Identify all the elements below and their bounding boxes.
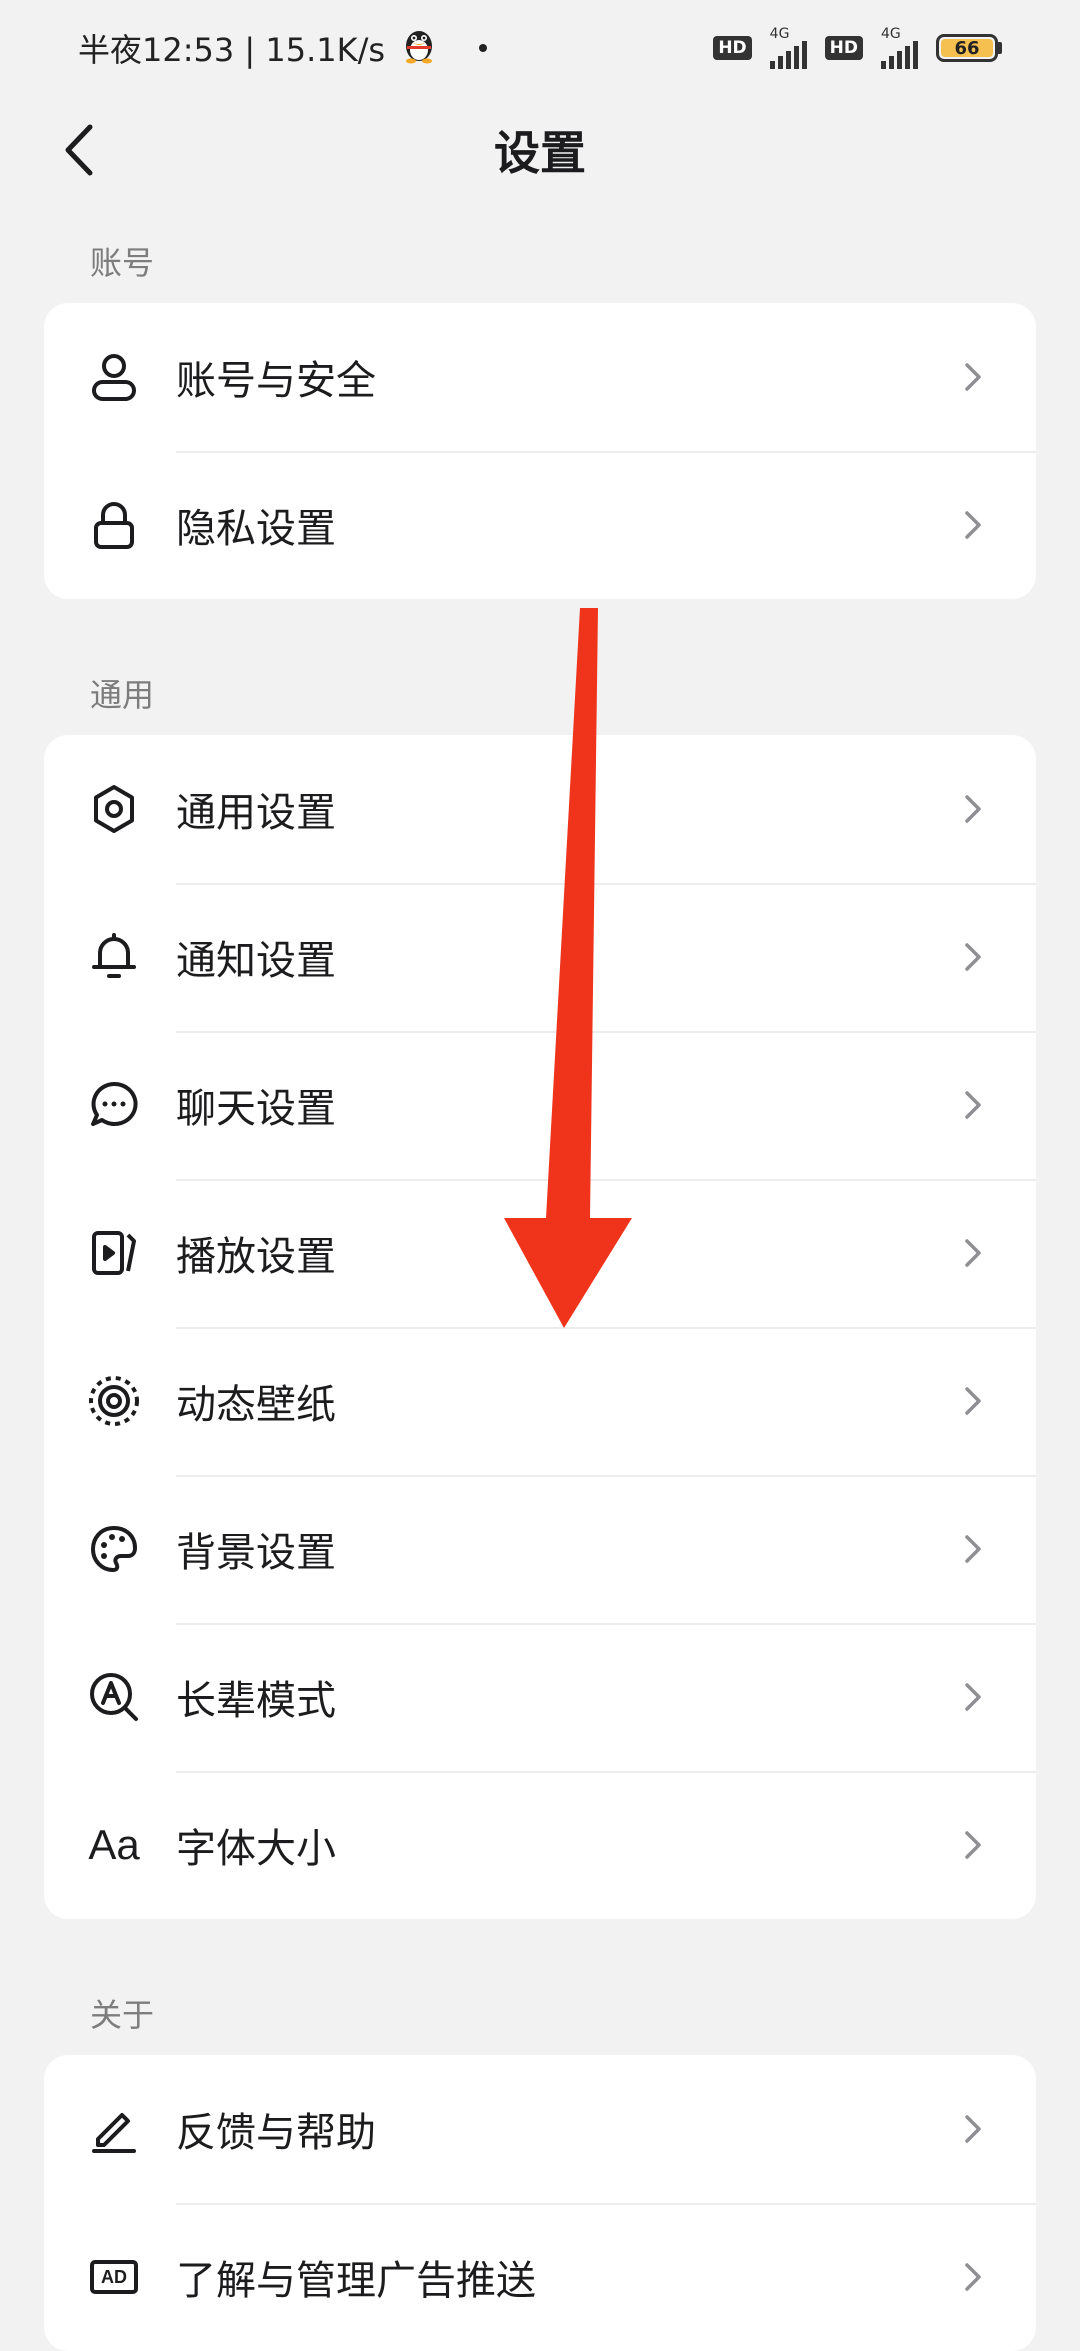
net-label-2: 4G — [881, 26, 901, 42]
section-label-general: 通用 — [90, 676, 155, 714]
signal-icon — [881, 41, 918, 69]
ad-icon: AD — [86, 2249, 142, 2305]
net-label-1: 4G — [769, 26, 790, 42]
row-label: 反馈与帮助 — [176, 2110, 376, 2156]
row-label: 通知设置 — [176, 938, 336, 984]
font-size-icon: Aa — [86, 1817, 142, 1873]
hd-badge-1: HD — [713, 36, 752, 60]
page-title: 设置 — [494, 126, 586, 180]
row-label: 通用设置 — [176, 790, 336, 836]
chevron-right-icon — [958, 1534, 988, 1564]
chevron-right-icon — [958, 1682, 988, 1712]
row-general-settings[interactable]: 通用设置 — [44, 735, 1036, 883]
font-size-icon-text: Aa — [88, 1821, 140, 1868]
status-left: 半夜12:53 | 15.1K/s — [78, 24, 488, 72]
row-feedback-help[interactable]: 反馈与帮助 — [44, 2055, 1036, 2203]
row-label: 长辈模式 — [176, 1678, 336, 1724]
general-group: 通用设置 通知设置 聊天设置 播放设置 动态壁纸 背景设置 长辈模式 Aa 字体… — [44, 735, 1036, 1919]
chevron-right-icon — [958, 794, 988, 824]
chat-bubble-icon — [86, 1077, 142, 1133]
row-live-wallpaper[interactable]: 动态壁纸 — [44, 1327, 1036, 1475]
battery-icon: 66 — [936, 34, 1002, 62]
section-label-about: 关于 — [90, 1996, 155, 2034]
row-label: 聊天设置 — [176, 1086, 336, 1132]
chevron-right-icon — [958, 362, 988, 392]
chevron-right-icon — [958, 1386, 988, 1416]
row-label: 播放设置 — [176, 1234, 336, 1280]
row-notification-settings[interactable]: 通知设置 — [44, 883, 1036, 1031]
hd-badge-2: HD — [824, 36, 863, 60]
lock-icon — [86, 497, 142, 553]
row-elder-mode[interactable]: 长辈模式 — [44, 1623, 1036, 1771]
row-label: 隐私设置 — [176, 506, 336, 552]
bell-icon — [86, 929, 142, 985]
chevron-right-icon — [958, 942, 988, 972]
row-ad-management[interactable]: AD 了解与管理广告推送 — [44, 2203, 1036, 2351]
row-chat-settings[interactable]: 聊天设置 — [44, 1031, 1036, 1179]
chevron-left-icon — [65, 124, 93, 176]
row-playback-settings[interactable]: 播放设置 — [44, 1179, 1036, 1327]
status-right: HD 4G HD 4G 66 — [713, 27, 1002, 69]
person-icon — [86, 349, 142, 405]
gear-icon — [86, 781, 142, 837]
chevron-right-icon — [958, 1238, 988, 1268]
row-font-size[interactable]: Aa 字体大小 — [44, 1771, 1036, 1919]
palette-icon — [86, 1521, 142, 1577]
ad-icon-text: AD — [90, 2260, 138, 2294]
row-label: 账号与安全 — [176, 358, 376, 404]
status-time-speed: 半夜12:53 | 15.1K/s — [78, 31, 386, 69]
row-account-security[interactable]: 账号与安全 — [44, 303, 1036, 451]
battery-level: 66 — [941, 38, 993, 59]
row-label: 背景设置 — [176, 1530, 336, 1576]
account-group: 账号与安全 隐私设置 — [44, 303, 1036, 599]
chevron-right-icon — [958, 1830, 988, 1860]
pencil-icon — [86, 2101, 142, 2157]
chevron-right-icon — [958, 1090, 988, 1120]
status-bar: 半夜12:53 | 15.1K/s HD 4G HD 4G 66 — [0, 0, 1080, 96]
about-group: 反馈与帮助 AD 了解与管理广告推送 — [44, 2055, 1036, 2351]
row-label: 了解与管理广告推送 — [176, 2258, 536, 2304]
chevron-right-icon — [958, 510, 988, 540]
row-label: 动态壁纸 — [176, 1382, 336, 1428]
back-button[interactable] — [40, 110, 120, 190]
row-background-settings[interactable]: 背景设置 — [44, 1475, 1036, 1623]
signal-group-2: 4G — [881, 27, 918, 69]
row-label: 字体大小 — [176, 1826, 336, 1872]
chevron-right-icon — [958, 2262, 988, 2292]
signal-group-1: 4G — [769, 26, 807, 69]
qq-penguin-icon — [401, 24, 437, 72]
header: 设置 — [0, 110, 1080, 190]
elder-mode-icon — [86, 1669, 142, 1725]
row-privacy-settings[interactable]: 隐私设置 — [44, 451, 1036, 599]
play-video-icon — [86, 1225, 142, 1281]
section-label-account: 账号 — [90, 244, 155, 282]
live-wallpaper-icon — [86, 1373, 142, 1429]
status-dot-icon — [479, 44, 488, 52]
chevron-right-icon — [958, 2114, 988, 2144]
signal-icon — [769, 41, 807, 69]
